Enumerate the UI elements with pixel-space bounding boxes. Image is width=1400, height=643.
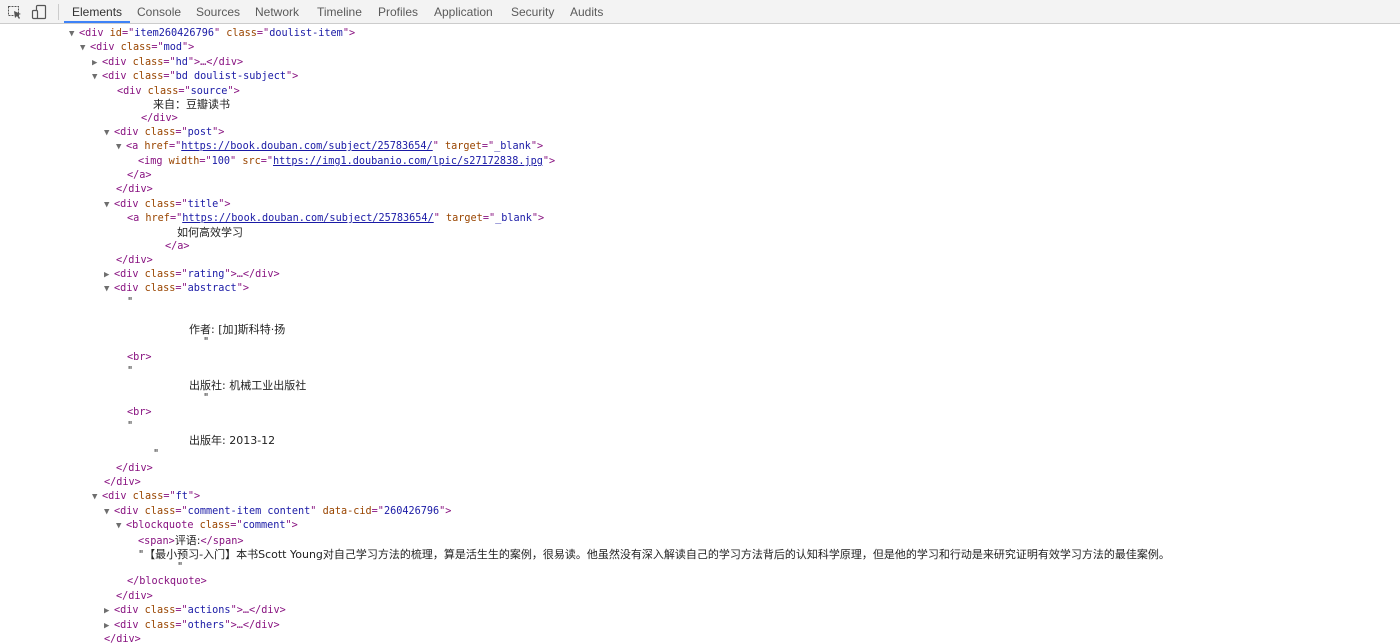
- dom-close-a: </a>: [127, 170, 152, 181]
- collapse-triangle-icon[interactable]: ▼: [80, 41, 90, 55]
- title-href-link[interactable]: https://book.douban.com/subject/25783654…: [182, 213, 433, 224]
- abstract-publisher: 出版社: 机械工业出版社: [189, 379, 307, 392]
- source-text: 来自：豆瓣读书: [153, 98, 230, 111]
- dom-node-hd[interactable]: ▶ <div class="hd">…</div>: [92, 56, 243, 70]
- collapse-triangle-icon[interactable]: ▼: [116, 140, 126, 154]
- device-mode-icon[interactable]: [31, 4, 47, 20]
- text-node-quote: ": [177, 562, 184, 573]
- dom-node-span[interactable]: <span>评语:</span>: [138, 534, 243, 548]
- dom-node-title-link[interactable]: <a href="https://book.douban.com/subject…: [127, 212, 544, 226]
- tab-sources[interactable]: Sources: [196, 0, 240, 23]
- dom-close-div: </div>: [104, 634, 141, 643]
- expand-triangle-icon[interactable]: ▶: [92, 56, 102, 70]
- expand-triangle-icon[interactable]: ▶: [104, 604, 114, 618]
- dom-close-div: </div>: [116, 463, 153, 474]
- abstract-author: 作者: [加]斯科特·扬: [189, 323, 286, 336]
- tab-elements[interactable]: Elements: [64, 0, 131, 23]
- dom-close-div: </div>: [116, 255, 153, 266]
- dom-node-bd[interactable]: ▼ <div class="bd doulist-subject">: [92, 70, 298, 84]
- dom-node-mod[interactable]: ▼ <div class="mod">: [80, 41, 194, 55]
- tab-audits[interactable]: Audits: [570, 0, 603, 23]
- text-node-quote: ": [153, 449, 160, 460]
- collapse-triangle-icon[interactable]: ▼: [104, 505, 114, 519]
- dom-node-source[interactable]: <div class="source">: [117, 85, 240, 99]
- dom-close-div: </div>: [116, 591, 153, 602]
- inspect-element-icon[interactable]: [7, 4, 23, 20]
- dom-close-blockquote: </blockquote>: [127, 576, 207, 587]
- devtools-toolbar: Elements Console Sources Network Timelin…: [0, 0, 1400, 24]
- dom-node-br[interactable]: <br>: [127, 351, 152, 365]
- dom-close-a: </a>: [165, 241, 190, 252]
- dom-node-abstract[interactable]: ▼ <div class="abstract">: [104, 282, 249, 296]
- dom-node-comment-text[interactable]: "【最小预习-入门】本书Scott Young对自己学习方法的梳理，算是活生生的…: [138, 548, 1170, 562]
- collapse-triangle-icon[interactable]: ▼: [116, 519, 126, 533]
- dom-close-div: </div>: [116, 184, 153, 195]
- text-node-quote: ": [127, 297, 134, 308]
- tab-timeline[interactable]: Timeline: [317, 0, 362, 23]
- dom-node-comment-item[interactable]: ▼ <div class="comment-item content" data-…: [104, 505, 451, 519]
- dom-node-ft[interactable]: ▼ <div class="ft">: [92, 490, 200, 504]
- dom-node-post-link[interactable]: ▼ <a href="https://book.douban.com/subjec…: [116, 140, 543, 154]
- text-node-quote: ": [203, 337, 210, 348]
- text-node-quote: ": [203, 393, 210, 404]
- dom-tree: ▼ <div id="item260426796" class="doulist-…: [0, 25, 1400, 643]
- dom-node-doulist-item[interactable]: ▼ <div id="item260426796" class="doulist-…: [69, 27, 355, 41]
- dom-node-post[interactable]: ▼ <div class="post">: [104, 126, 224, 140]
- abstract-year: 出版年: 2013-12: [189, 434, 276, 447]
- collapse-triangle-icon[interactable]: ▼: [104, 126, 114, 140]
- dom-node-rating[interactable]: ▶ <div class="rating">…</div>: [104, 268, 280, 282]
- collapse-triangle-icon[interactable]: ▼: [104, 198, 114, 212]
- dom-node-others[interactable]: ▶ <div class="others">…</div>: [104, 619, 280, 633]
- dom-close-div: </div>: [104, 477, 141, 488]
- tab-application[interactable]: Application: [434, 0, 493, 23]
- expand-triangle-icon[interactable]: ▶: [104, 268, 114, 282]
- dom-node-actions[interactable]: ▶ <div class="actions">…</div>: [104, 604, 286, 618]
- dom-node-title[interactable]: ▼ <div class="title">: [104, 198, 231, 212]
- dom-node-br[interactable]: <br>: [127, 406, 152, 420]
- dom-node-blockquote[interactable]: ▼ <blockquote class="comment">: [116, 519, 298, 533]
- tab-network[interactable]: Network: [255, 0, 299, 23]
- tab-security[interactable]: Security: [511, 0, 554, 23]
- title-text: 如何高效学习: [177, 226, 243, 239]
- img-src-link[interactable]: https://img1.doubanio.com/lpic/s27172838…: [273, 156, 543, 167]
- collapse-triangle-icon[interactable]: ▼: [92, 70, 102, 84]
- collapse-triangle-icon[interactable]: ▼: [92, 490, 102, 504]
- comment-label: 评语:: [174, 534, 201, 547]
- dom-node-img[interactable]: <img width="100" src="https://img1.douba…: [138, 155, 555, 169]
- tab-console[interactable]: Console: [137, 0, 181, 23]
- comment-text: 【最小预习-入门】本书Scott Young对自己学习方法的梳理，算是活生生的案…: [144, 548, 1170, 561]
- expand-triangle-icon[interactable]: ▶: [104, 619, 114, 633]
- tab-profiles[interactable]: Profiles: [378, 0, 418, 23]
- toolbar-divider: [58, 4, 59, 20]
- collapse-triangle-icon[interactable]: ▼: [69, 27, 79, 41]
- text-node-quote: ": [127, 366, 134, 377]
- collapse-triangle-icon[interactable]: ▼: [104, 282, 114, 296]
- text-node-quote: ": [127, 421, 134, 432]
- post-href-link[interactable]: https://book.douban.com/subject/25783654…: [181, 141, 432, 152]
- dom-close-div: </div>: [141, 113, 178, 124]
